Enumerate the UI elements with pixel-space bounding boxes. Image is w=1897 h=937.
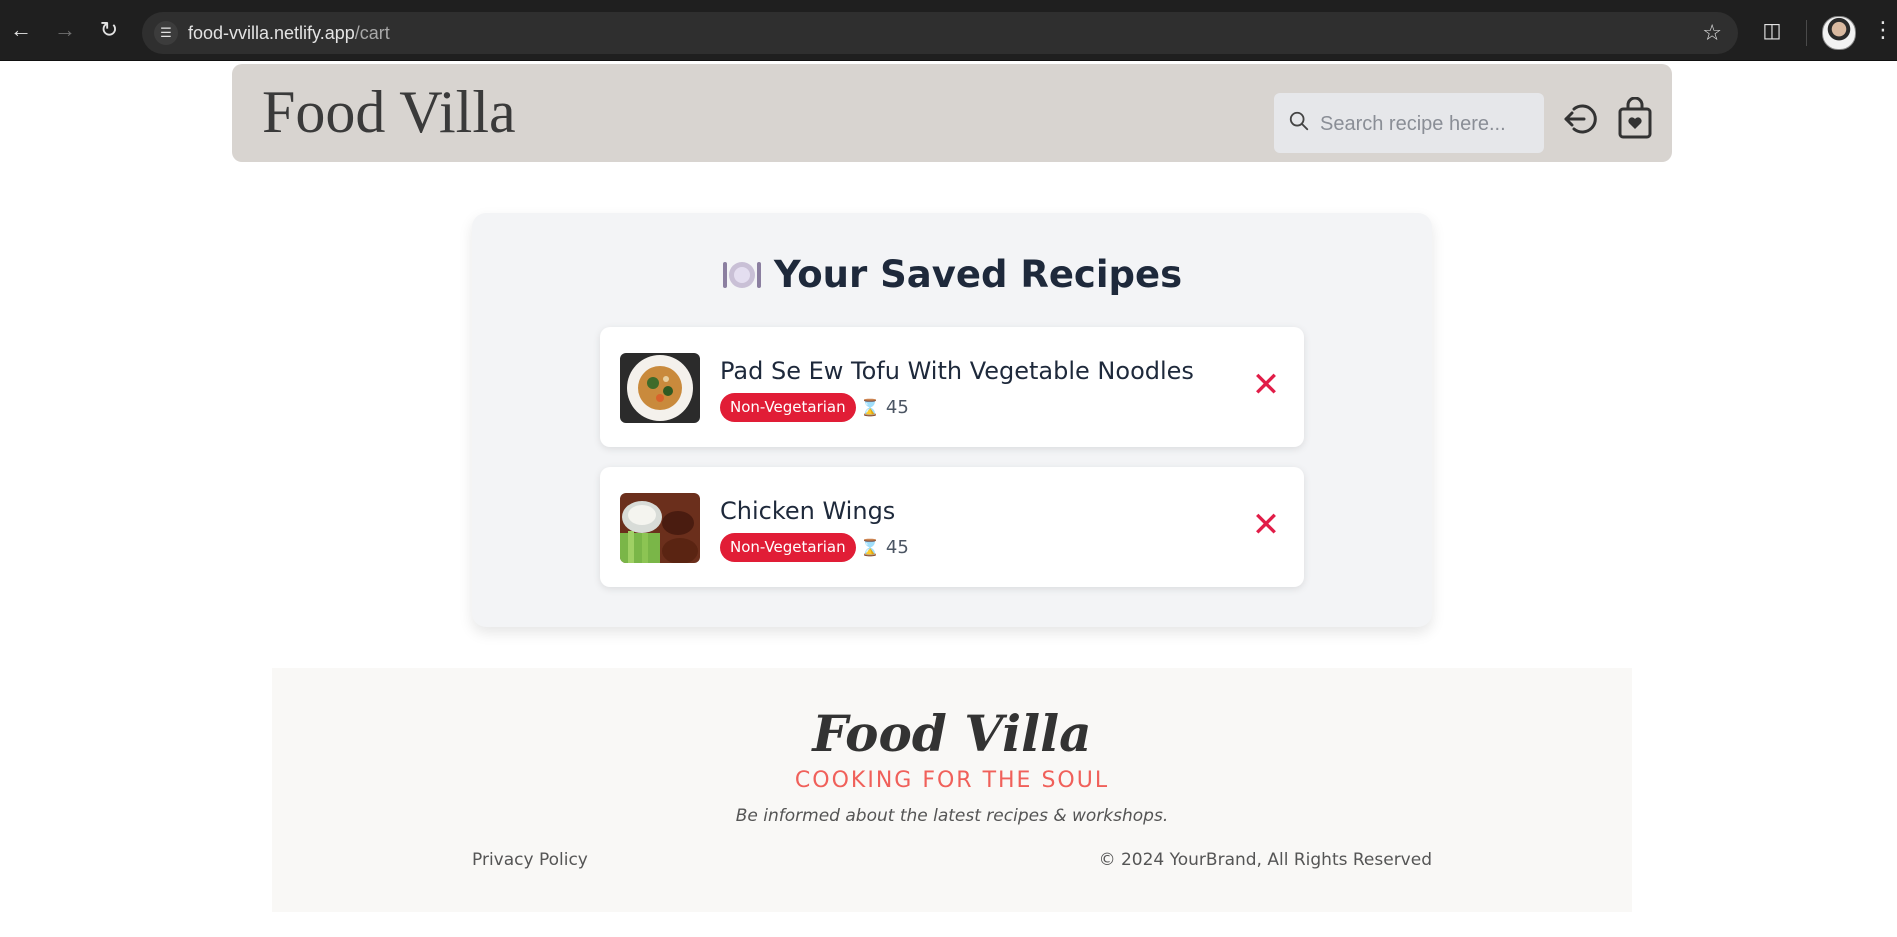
recipe-thumbnail: [620, 353, 700, 423]
search-box[interactable]: [1274, 93, 1544, 153]
site-settings-icon[interactable]: ☰: [154, 21, 178, 45]
footer-brand: Food Villa: [812, 704, 1092, 763]
search-input[interactable]: [1318, 103, 1532, 145]
copyright-text: © 2024 YourBrand, All Rights Reserved: [1098, 850, 1432, 870]
toolbar-divider: [1806, 20, 1807, 46]
footer-tagline: COOKING FOR THE SOUL: [794, 768, 1110, 793]
url-path: /cart: [354, 23, 390, 43]
address-bar[interactable]: ☰ food-vvilla.netlify.app/cart ☆: [142, 12, 1738, 54]
browser-toolbar: ← → ↻ ☰ food-vvilla.netlify.app/cart ☆ ◫…: [0, 0, 1897, 61]
diet-badge: Non-Vegetarian: [720, 393, 856, 422]
logout-icon[interactable]: [1562, 100, 1600, 138]
site-header: Food Villa: [232, 64, 1672, 162]
hourglass-icon: ⌛: [860, 538, 880, 557]
saved-recipes-panel: Your Saved Recipes Pad Se Ew Tofu With V…: [472, 213, 1432, 627]
search-icon: [1289, 111, 1309, 131]
panel-title-text: Your Saved Recipes: [773, 253, 1183, 296]
plate-cutlery-icon: [722, 262, 761, 288]
panel-title: Your Saved Recipes: [472, 253, 1432, 296]
url-text[interactable]: food-vvilla.netlify.app/cart: [188, 23, 390, 44]
profile-avatar[interactable]: [1822, 16, 1856, 50]
extensions-puzzle-icon[interactable]: ◫: [1760, 19, 1784, 43]
remove-recipe-button[interactable]: ✕: [1250, 508, 1282, 542]
url-host: food-vvilla.netlify.app: [188, 23, 355, 43]
recipe-name[interactable]: Chicken Wings: [720, 497, 895, 525]
cook-time-value: 45: [885, 537, 909, 558]
cook-time: ⌛ 45: [860, 537, 909, 558]
footer-note: Be informed about the latest recipes & w…: [735, 806, 1169, 826]
site-footer: Food Villa COOKING FOR THE SOUL Be infor…: [272, 668, 1632, 912]
saved-recipe-card[interactable]: Pad Se Ew Tofu With Vegetable Noodles No…: [600, 327, 1304, 447]
cook-time-value: 45: [885, 397, 909, 418]
recipe-thumbnail: [620, 493, 700, 563]
hourglass-icon: ⌛: [860, 398, 880, 417]
bookmark-star-icon[interactable]: ☆: [1702, 20, 1722, 46]
reload-icon[interactable]: ↻: [96, 17, 122, 43]
saved-recipe-card[interactable]: Chicken Wings Non-Vegetarian ⌛ 45 ✕: [600, 467, 1304, 587]
brand-logo[interactable]: Food Villa: [262, 78, 516, 147]
recipe-name[interactable]: Pad Se Ew Tofu With Vegetable Noodles: [720, 357, 1194, 385]
privacy-policy-link[interactable]: Privacy Policy: [472, 850, 588, 870]
remove-recipe-button[interactable]: ✕: [1250, 368, 1282, 402]
back-arrow-icon[interactable]: ←: [8, 17, 34, 43]
cook-time: ⌛ 45: [860, 397, 909, 418]
diet-badge: Non-Vegetarian: [720, 533, 856, 562]
forward-arrow-icon[interactable]: →: [52, 17, 78, 43]
kebab-menu-icon[interactable]: ⋮: [1872, 18, 1894, 42]
saved-bag-icon[interactable]: [1617, 97, 1653, 139]
